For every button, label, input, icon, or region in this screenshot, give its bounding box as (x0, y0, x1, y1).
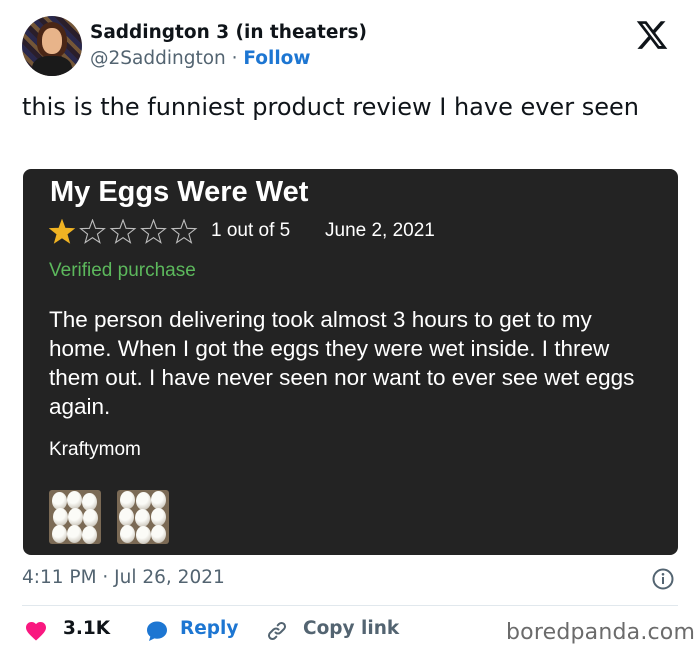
star-empty-icon (140, 219, 167, 244)
like-count[interactable]: 3.1K (63, 618, 110, 639)
handle[interactable]: @2Saddington (90, 48, 226, 69)
review-body: The person delivering took almost 3 hour… (49, 307, 635, 419)
heart-icon[interactable] (24, 619, 48, 643)
link-icon[interactable] (265, 619, 289, 643)
star-filled-icon (49, 219, 76, 244)
info-icon[interactable] (651, 567, 675, 591)
review-title: My Eggs Were Wet (50, 176, 309, 208)
handle-row: @2Saddington · Follow (90, 48, 311, 69)
avatar[interactable] (22, 16, 82, 76)
display-name[interactable]: Saddington 3 (in theaters) (90, 22, 367, 43)
star-empty-icon (170, 219, 198, 244)
star-rating (49, 219, 198, 244)
reply-button[interactable]: Reply (180, 618, 238, 639)
follow-button[interactable]: Follow (243, 48, 310, 69)
divider (22, 605, 678, 606)
x-logo-icon[interactable] (635, 18, 669, 52)
tweet-text: this is the funniest product review I ha… (22, 93, 639, 121)
rating-text: 1 out of 5 (211, 220, 291, 241)
verified-purchase-label: Verified purchase (49, 260, 196, 281)
watermark: boredpanda.com (506, 620, 696, 645)
review-photo-thumbnail (117, 490, 169, 544)
star-empty-icon (79, 219, 106, 244)
star-empty-icon (109, 219, 137, 244)
review-date: June 2, 2021 (325, 220, 435, 241)
separator: · (225, 48, 244, 69)
copy-link-button[interactable]: Copy link (303, 618, 399, 639)
tweet-timestamp[interactable]: 4:11 PM · Jul 26, 2021 (22, 567, 225, 588)
reply-icon[interactable] (145, 619, 169, 643)
review-author: Kraftymom (49, 439, 141, 460)
review-photo-thumbnail (49, 490, 101, 544)
